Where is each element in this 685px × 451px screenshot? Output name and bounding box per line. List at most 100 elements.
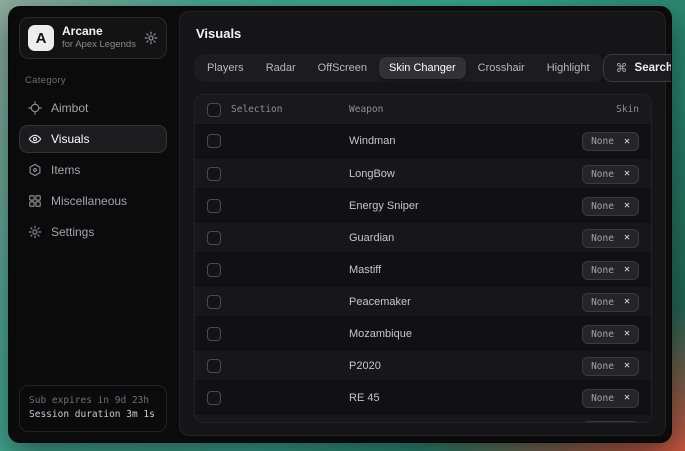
skin-select[interactable]: None ✕ bbox=[582, 389, 639, 408]
table-row: P2020 None ✕ bbox=[195, 349, 651, 381]
skin-select[interactable]: None ✕ bbox=[582, 357, 639, 376]
skin-select[interactable]: None ✕ bbox=[582, 421, 639, 424]
skin-value: None bbox=[591, 393, 614, 404]
column-selection: Selection bbox=[231, 104, 349, 115]
skin-value: None bbox=[591, 361, 614, 372]
skin-value: None bbox=[591, 136, 614, 147]
skin-cell: None ✕ bbox=[582, 388, 639, 408]
main-panel: Visuals PlayersRadarOffScreenSkin Change… bbox=[179, 11, 666, 436]
skin-cell: None ✕ bbox=[582, 420, 639, 424]
weapon-name: Guardian bbox=[349, 232, 582, 244]
table-row: Energy Sniper None ✕ bbox=[195, 189, 651, 221]
skin-select[interactable]: None ✕ bbox=[582, 261, 639, 280]
table-row: Peacemaker None ✕ bbox=[195, 285, 651, 317]
sidebar-item-miscellaneous[interactable]: Miscellaneous bbox=[19, 187, 167, 215]
sidebar-item-settings[interactable]: Settings bbox=[19, 218, 167, 246]
skin-select[interactable]: None ✕ bbox=[582, 293, 639, 312]
table-row: Mozambique None ✕ bbox=[195, 317, 651, 349]
skin-cell: None ✕ bbox=[582, 228, 639, 248]
weapon-name: LongBow bbox=[349, 168, 582, 180]
session-duration-text: Session duration 3m 1s bbox=[29, 408, 157, 423]
eye-icon bbox=[28, 132, 42, 146]
grid-icon bbox=[28, 194, 42, 208]
sidebar-item-items[interactable]: Items bbox=[19, 156, 167, 184]
row-checkbox[interactable] bbox=[207, 263, 221, 277]
command-icon: ⌘ bbox=[616, 61, 628, 75]
row-checkbox[interactable] bbox=[207, 167, 221, 181]
sub-expires-text: Sub expires in 9d 23h bbox=[29, 394, 157, 409]
row-checkbox[interactable] bbox=[207, 327, 221, 341]
skin-value: None bbox=[591, 297, 614, 308]
table-row: RE 45 None ✕ bbox=[195, 381, 651, 413]
clear-skin-icon[interactable]: ✕ bbox=[624, 137, 630, 147]
app-subtitle: for Apex Legends bbox=[62, 40, 136, 50]
sidebar-item-label: Aimbot bbox=[51, 101, 88, 115]
clear-skin-icon[interactable]: ✕ bbox=[624, 361, 630, 371]
weapon-name: Mastiff bbox=[349, 264, 582, 276]
skin-select[interactable]: None ✕ bbox=[582, 165, 639, 184]
row-checkbox[interactable] bbox=[207, 295, 221, 309]
subscription-card: Sub expires in 9d 23h Session duration 3… bbox=[19, 385, 167, 432]
category-label: Category bbox=[25, 75, 161, 86]
sidebar-item-label: Items bbox=[51, 163, 80, 177]
weapon-name: Peacemaker bbox=[349, 296, 582, 308]
row-checkbox[interactable] bbox=[207, 199, 221, 213]
sidebar-item-label: Settings bbox=[51, 225, 94, 239]
sidebar-nav: Aimbot Visuals Items Miscellaneous Setti… bbox=[19, 94, 167, 249]
tab-players[interactable]: Players bbox=[197, 57, 254, 79]
skin-value: None bbox=[591, 329, 614, 340]
weapon-name: Mozambique bbox=[349, 328, 582, 340]
row-checkbox[interactable] bbox=[207, 423, 221, 424]
tab-skin-changer[interactable]: Skin Changer bbox=[379, 57, 466, 79]
sidebar-item-label: Miscellaneous bbox=[51, 194, 127, 208]
column-weapon: Weapon bbox=[349, 104, 616, 115]
weapon-name: P2020 bbox=[349, 360, 582, 372]
clear-skin-icon[interactable]: ✕ bbox=[624, 329, 630, 339]
tab-radar[interactable]: Radar bbox=[256, 57, 306, 79]
clear-skin-icon[interactable]: ✕ bbox=[624, 201, 630, 211]
skin-cell: None ✕ bbox=[582, 260, 639, 280]
row-checkbox[interactable] bbox=[207, 359, 221, 373]
skin-select[interactable]: None ✕ bbox=[582, 132, 639, 151]
clear-skin-icon[interactable]: ✕ bbox=[624, 297, 630, 307]
box-icon bbox=[28, 163, 42, 177]
weapon-name: Windman bbox=[349, 135, 582, 147]
select-all-checkbox[interactable] bbox=[207, 103, 221, 117]
clear-skin-icon[interactable]: ✕ bbox=[624, 265, 630, 275]
weapon-name: Energy Sniper bbox=[349, 200, 582, 212]
weapon-name: RE 45 bbox=[349, 392, 582, 404]
sidebar-item-visuals[interactable]: Visuals bbox=[19, 125, 167, 153]
table-row: Windman None ✕ bbox=[195, 125, 651, 157]
table-row: Mastiff None ✕ bbox=[195, 253, 651, 285]
table-header: Selection Weapon Skin bbox=[195, 95, 651, 125]
clear-skin-icon[interactable]: ✕ bbox=[624, 169, 630, 179]
table-body: Windman None ✕ LongBow bbox=[195, 125, 651, 423]
sidebar-item-label: Visuals bbox=[51, 132, 89, 146]
search-button[interactable]: ⌘ Search bbox=[603, 54, 672, 82]
column-skin: Skin bbox=[616, 104, 639, 115]
gear-icon[interactable] bbox=[144, 31, 158, 45]
tab-crosshair[interactable]: Crosshair bbox=[468, 57, 535, 79]
skin-cell: None ✕ bbox=[582, 356, 639, 376]
tab-highlight[interactable]: Highlight bbox=[537, 57, 600, 79]
skin-cell: None ✕ bbox=[582, 164, 639, 184]
table-row: Changemaker None ✕ bbox=[195, 413, 651, 423]
clear-skin-icon[interactable]: ✕ bbox=[624, 233, 630, 243]
skin-cell: None ✕ bbox=[582, 292, 639, 312]
skin-select[interactable]: None ✕ bbox=[582, 197, 639, 216]
skin-select[interactable]: None ✕ bbox=[582, 229, 639, 248]
row-checkbox[interactable] bbox=[207, 391, 221, 405]
sidebar-item-aimbot[interactable]: Aimbot bbox=[19, 94, 167, 122]
skin-select[interactable]: None ✕ bbox=[582, 325, 639, 344]
app-header-card: A Arcane for Apex Legends bbox=[19, 17, 167, 59]
app-window: A Arcane for Apex Legends Category Aimbo… bbox=[8, 6, 672, 443]
skin-value: None bbox=[591, 265, 614, 276]
table-row: Guardian None ✕ bbox=[195, 221, 651, 253]
gear-icon bbox=[28, 225, 42, 239]
weapons-table: Selection Weapon Skin Windman None ✕ bbox=[194, 94, 652, 423]
clear-skin-icon[interactable]: ✕ bbox=[624, 393, 630, 403]
tab-offscreen[interactable]: OffScreen bbox=[308, 57, 377, 79]
row-checkbox[interactable] bbox=[207, 134, 221, 148]
row-checkbox[interactable] bbox=[207, 231, 221, 245]
toolbar: PlayersRadarOffScreenSkin ChangerCrossha… bbox=[194, 54, 652, 82]
